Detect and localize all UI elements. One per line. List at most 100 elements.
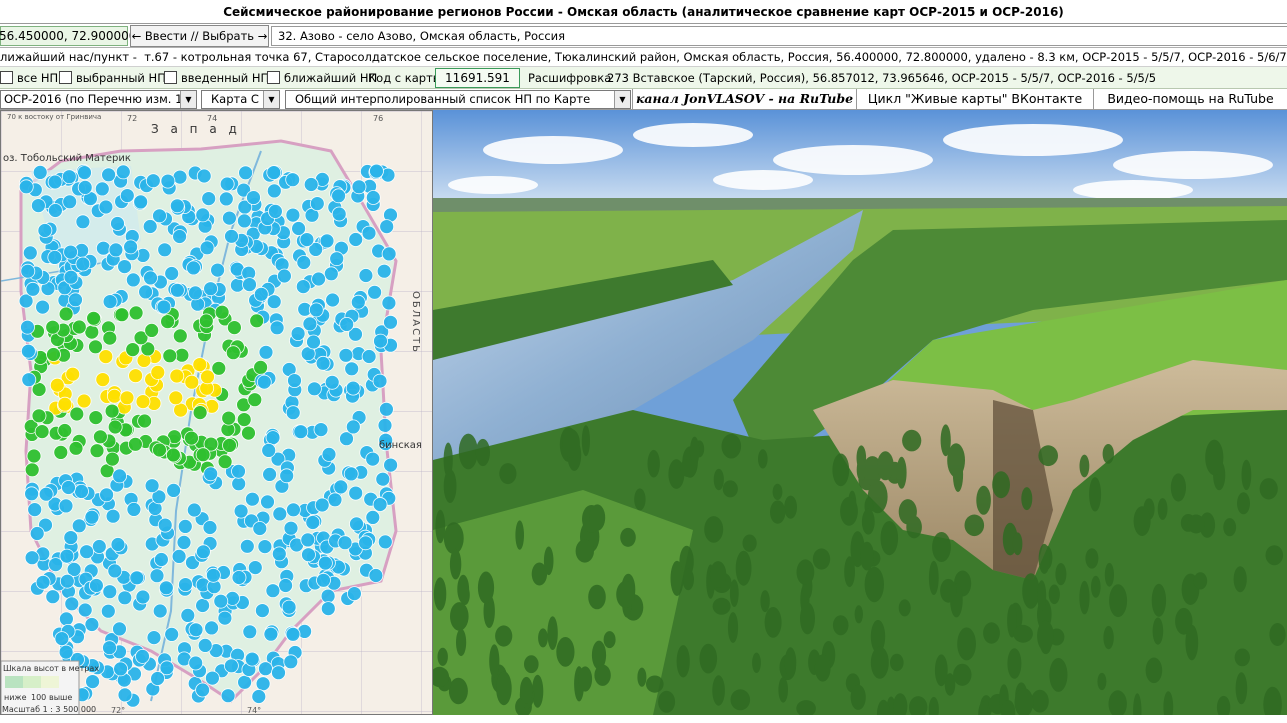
settlement-marker[interactable] [255,676,271,692]
settlement-marker[interactable] [369,163,384,179]
settlement-marker[interactable] [333,479,349,495]
settlement-marker[interactable] [119,188,135,203]
settlement-marker[interactable] [59,573,75,589]
settlement-marker[interactable] [313,422,329,438]
settlement-marker[interactable] [172,328,188,344]
settlement-marker[interactable] [117,687,133,703]
settlement-marker[interactable] [31,198,46,213]
settlement-marker[interactable] [226,320,242,336]
settlement-marker[interactable] [231,463,246,479]
nearest-np-checkbox[interactable]: ближайший НП [267,70,377,86]
settlement-marker[interactable] [107,388,122,404]
settlement-marker[interactable] [293,424,309,440]
settlement-marker[interactable] [283,654,299,670]
settlement-marker[interactable] [127,436,143,452]
settlement-marker[interactable] [247,560,263,576]
settlement-marker[interactable] [299,232,315,248]
settlement-marker[interactable] [372,497,388,512]
settlement-marker[interactable] [305,515,321,530]
settlement-marker[interactable] [184,430,199,446]
settlement-marker[interactable] [34,424,50,440]
settlement-marker[interactable] [285,626,301,642]
settlement-marker[interactable] [314,497,330,513]
settlement-marker[interactable] [79,544,94,560]
settlement-marker[interactable] [306,381,322,397]
settlement-marker[interactable] [18,179,34,195]
settlement-marker[interactable] [379,219,395,234]
settlement-marker[interactable] [345,419,361,435]
settlement-marker[interactable] [169,198,185,214]
settlement-marker[interactable] [278,578,294,593]
settlement-marker[interactable] [98,199,114,215]
settlement-marker[interactable] [324,374,340,390]
settlement-marker[interactable] [204,670,220,686]
settlement-marker[interactable] [24,462,40,478]
settlement-marker[interactable] [272,506,288,522]
settlement-marker[interactable] [253,286,269,302]
settlement-marker[interactable] [187,285,203,301]
settlement-marker[interactable] [309,196,325,211]
settlement-marker[interactable] [128,368,144,384]
settlement-marker[interactable] [143,270,158,286]
settlement-marker[interactable] [112,468,127,484]
settlement-marker[interactable] [256,374,272,390]
entered-np-checkbox[interactable]: введенный НП [164,70,269,86]
settlement-marker[interactable] [173,402,189,418]
map-version-select[interactable]: ОСР-2016 (по Перечню изм. 1) ▼ [0,90,197,109]
settlement-marker[interactable] [285,405,301,421]
settlement-marker[interactable] [159,660,175,676]
settlement-marker[interactable] [306,334,321,350]
settlement-marker[interactable] [20,319,35,335]
settlement-marker[interactable] [169,282,185,298]
settlement-marker[interactable] [123,239,139,255]
settlement-marker[interactable] [105,451,120,467]
settlement-marker[interactable] [138,284,154,300]
settlement-marker[interactable] [27,502,43,518]
settlement-marker[interactable] [262,466,278,482]
settlement-marker[interactable] [107,419,123,435]
settlement-marker[interactable] [102,330,118,346]
settlement-marker[interactable] [74,483,89,499]
settlement-marker[interactable] [188,622,204,638]
settlement-marker[interactable] [372,373,388,389]
settlement-marker[interactable] [29,526,45,541]
settlement-marker[interactable] [260,494,275,510]
settlement-marker[interactable] [383,457,399,473]
settlement-marker[interactable] [252,521,268,536]
settlement-marker[interactable] [327,492,343,508]
settlement-marker[interactable] [165,447,181,463]
settlement-marker[interactable] [295,279,311,295]
settlement-marker[interactable] [94,181,110,197]
settlement-marker[interactable] [22,245,38,261]
settlement-marker[interactable] [125,342,141,358]
settlement-marker[interactable] [96,240,111,256]
settlement-marker[interactable] [220,688,236,704]
settlement-marker[interactable] [102,294,118,310]
settlement-marker[interactable] [89,443,105,459]
settlement-marker[interactable] [378,401,394,417]
settlement-marker[interactable] [283,520,299,536]
settlement-marker[interactable] [135,649,150,664]
settlement-marker[interactable] [238,165,254,181]
settlement-marker[interactable] [176,534,192,550]
settlement-marker[interactable] [95,372,111,388]
settlement-marker[interactable] [84,617,100,632]
settlement-marker[interactable] [197,638,213,653]
settlement-marker[interactable] [323,266,339,282]
settlement-marker[interactable] [88,410,104,426]
settlement-marker[interactable] [71,518,87,534]
settlement-marker[interactable] [126,501,142,517]
settlement-marker[interactable] [337,535,353,551]
settlement-marker[interactable] [348,232,364,247]
settlement-marker[interactable] [177,518,193,534]
settlement-marker[interactable] [195,207,211,223]
settlement-marker[interactable] [156,299,172,315]
settlement-marker[interactable] [365,451,381,467]
settlement-marker[interactable] [186,502,202,518]
coordinates-field[interactable]: 56.450000, 72.900000 [0,26,136,46]
settlement-marker[interactable] [266,165,282,180]
settlement-marker[interactable] [171,548,187,564]
settlement-marker[interactable] [214,304,230,320]
settlement-marker[interactable] [222,437,237,453]
settlement-marker[interactable] [285,207,301,223]
